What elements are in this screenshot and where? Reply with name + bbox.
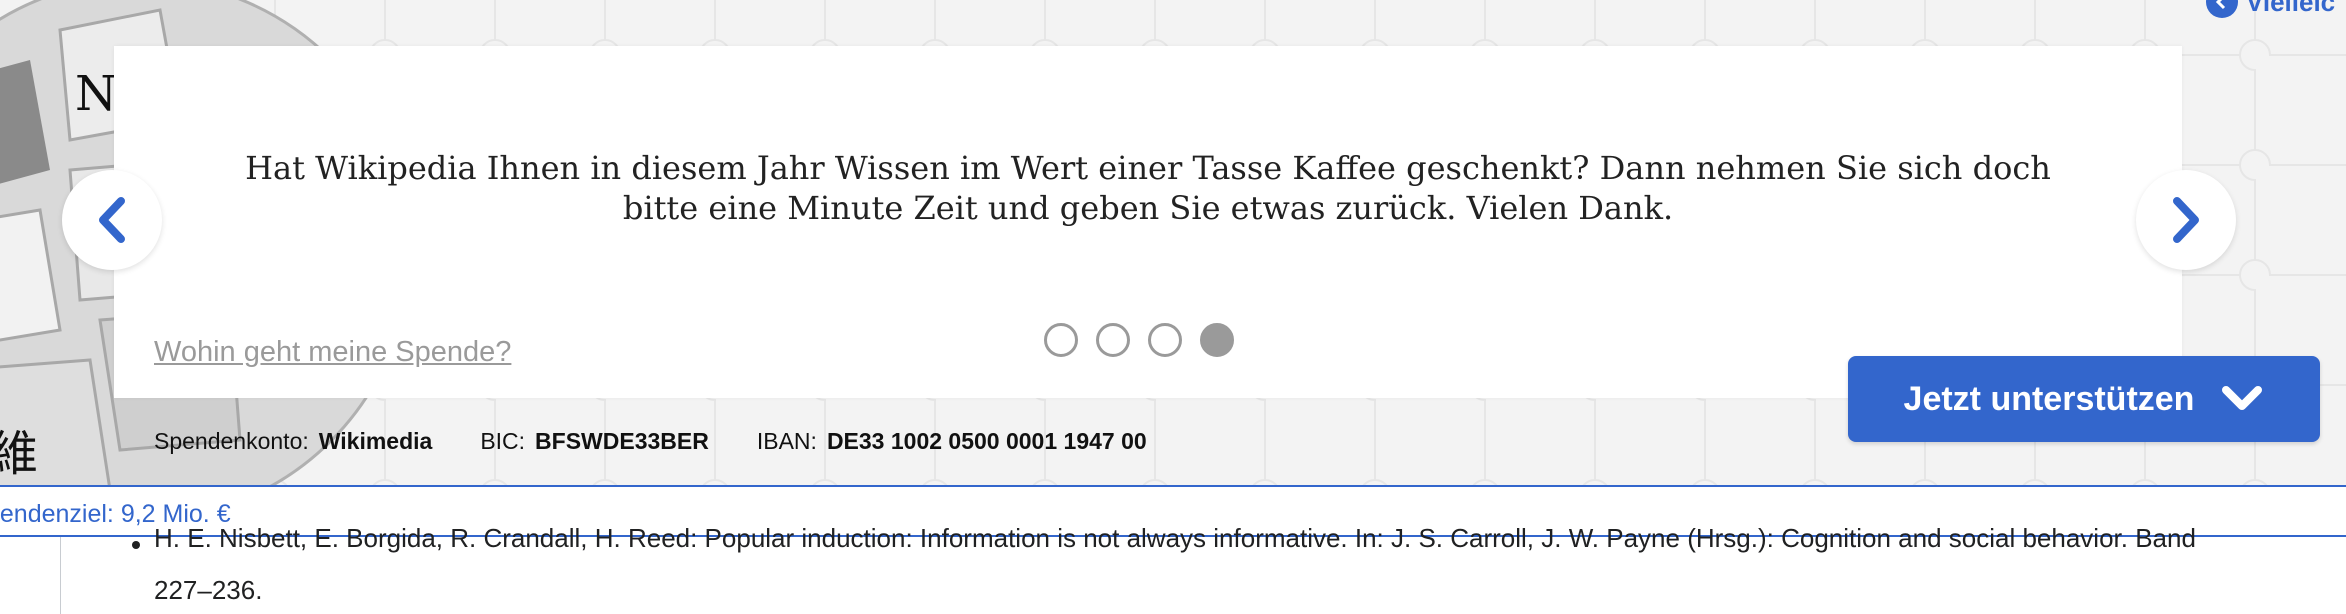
bic-label: BIC: — [480, 428, 526, 454]
content-border — [60, 537, 61, 614]
previous-slide-button[interactable] — [62, 170, 162, 270]
next-slide-button[interactable] — [2136, 170, 2236, 270]
banner-message: Hat Wikipedia Ihnen in diesem Jahr Wisse… — [245, 149, 2051, 227]
slide-indicator — [1044, 323, 1234, 357]
chevron-down-icon — [2222, 386, 2263, 410]
slide-dot-1[interactable] — [1044, 323, 1078, 357]
slide-dot-4[interactable] — [1200, 323, 1234, 357]
donate-now-button[interactable]: Jetzt unterstützen — [1848, 356, 2320, 442]
svg-text:N: N — [75, 66, 117, 122]
svg-text:維: 維 — [0, 426, 38, 482]
iban-value: DE33 1002 0500 0001 1947 00 — [826, 428, 1147, 454]
chevron-right-icon — [2173, 197, 2199, 243]
article-content: H. E. Nisbett, E. Borgida, R. Crandall, … — [0, 523, 2346, 614]
chevron-left-circle-icon — [2206, 0, 2238, 18]
bank-account-info: Spendenkonto: Wikimedia BIC: BFSWDE33BER… — [154, 428, 1195, 455]
bic-value: BFSWDE33BER — [535, 428, 709, 454]
top-link-label: Vielleic — [2246, 0, 2336, 17]
donate-now-label: Jetzt unterstützen — [1903, 379, 2195, 418]
account-value: Wikimedia — [318, 428, 433, 454]
iban-label: IBAN: — [756, 428, 817, 454]
slide-dot-3[interactable] — [1148, 323, 1182, 357]
reference-line-2: 227–236. — [154, 575, 263, 605]
message-card: Hat Wikipedia Ihnen in diesem Jahr Wisse… — [114, 46, 2182, 398]
account-label: Spendenkonto: — [154, 428, 309, 454]
slide-dot-2[interactable] — [1096, 323, 1130, 357]
donation-banner: N 維 Vielleic Hat Wikipedia Ihnen in dies… — [0, 0, 2346, 485]
reference-line-1: H. E. Nisbett, E. Borgida, R. Crandall, … — [154, 523, 2196, 553]
top-link[interactable]: Vielleic — [2206, 0, 2335, 18]
chevron-left-icon — [99, 197, 125, 243]
where-donation-goes-link[interactable]: Wohin geht meine Spende? — [154, 336, 511, 369]
list-bullet — [132, 541, 140, 549]
